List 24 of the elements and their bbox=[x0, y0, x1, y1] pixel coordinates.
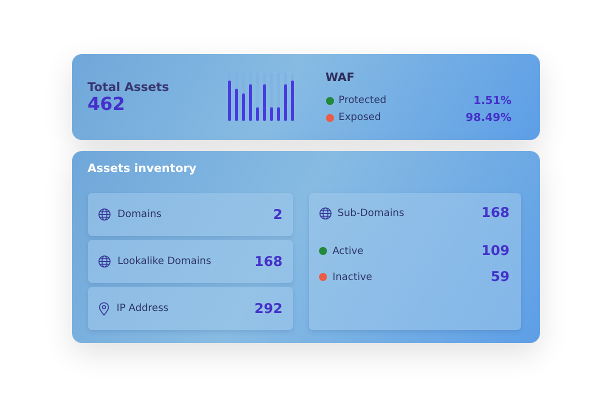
inventory-title: Assets inventory bbox=[88, 161, 198, 175]
asset-label: Lookalike Domains bbox=[118, 256, 212, 267]
status-value: 1.51% bbox=[473, 94, 512, 107]
asset-label: IP Address bbox=[116, 303, 170, 314]
asset-count: 168 bbox=[254, 254, 282, 270]
globe-icon bbox=[98, 208, 110, 221]
status-label: Inactive bbox=[332, 272, 374, 282]
asset-count: 292 bbox=[254, 300, 282, 316]
summary-title: Total Assets bbox=[88, 80, 170, 94]
asset-label: Domains bbox=[118, 209, 163, 220]
asset-count: 2 bbox=[273, 206, 282, 222]
location-pin-icon bbox=[98, 302, 110, 316]
status-count: 59 bbox=[490, 269, 510, 285]
status-label: Active bbox=[332, 246, 364, 256]
status-value: 98.49% bbox=[466, 111, 512, 124]
asset-label: Sub-Domains bbox=[338, 208, 406, 218]
summary-value: 462 bbox=[88, 94, 126, 114]
status-label: Exposed bbox=[338, 112, 382, 123]
status-count: 109 bbox=[481, 243, 510, 259]
globe-icon bbox=[98, 255, 110, 268]
waf-title: WAF bbox=[326, 70, 356, 84]
status-label: Protected bbox=[338, 95, 388, 106]
globe-icon bbox=[318, 206, 332, 220]
asset-count: 168 bbox=[481, 205, 510, 221]
